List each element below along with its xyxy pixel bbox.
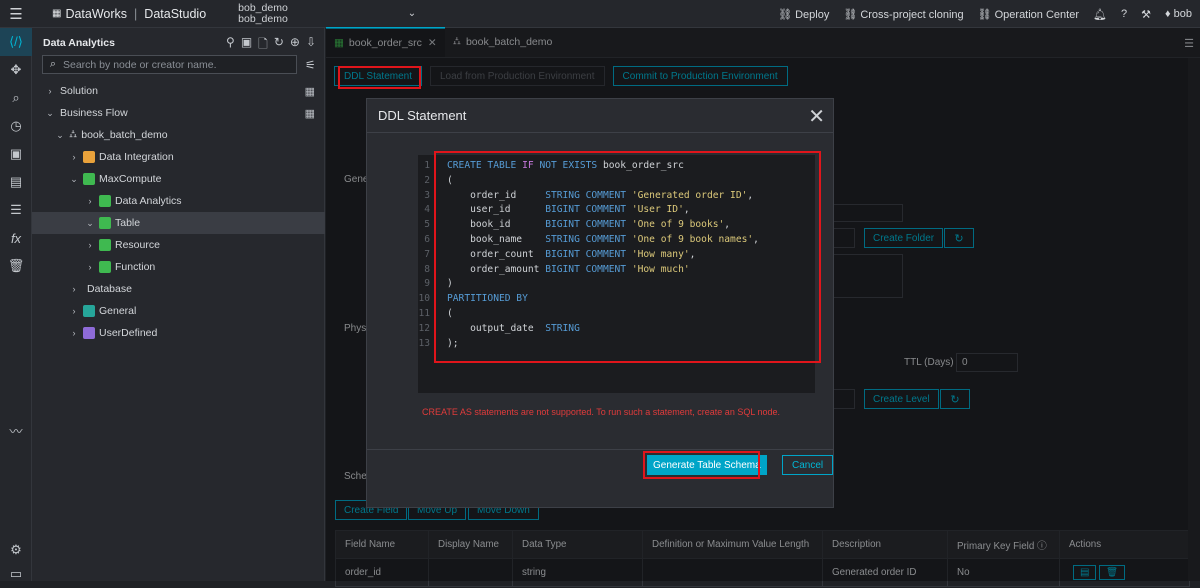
tree-label: Data Integration <box>99 151 174 163</box>
briefcase-icon[interactable]: ▣ <box>0 140 32 168</box>
tree-item-general[interactable]: › General <box>32 300 325 322</box>
highlight-ddl-code <box>434 151 821 363</box>
highlight-ddl-button <box>338 66 421 89</box>
chevron-down-icon[interactable]: ⌄ <box>408 8 416 19</box>
operation-center-link[interactable]: ⛓ Operation Center <box>978 8 1079 21</box>
workspace-id: bob_demo <box>238 12 288 25</box>
dialog-title: DDL Statement <box>367 99 833 133</box>
resource-icon <box>99 239 111 251</box>
main-area: ▦ book_order_src ✕ ⛼ book_batch_demo ☰ DDL … <box>326 27 1200 587</box>
workflow-icon: ⛼ <box>69 128 78 140</box>
user-menu[interactable]: ♦ bob <box>1165 8 1192 20</box>
refresh-icon[interactable]: ↻ <box>274 35 284 56</box>
tree-label: Resource <box>115 239 160 251</box>
maxcompute-icon <box>83 173 95 185</box>
user-icon: ♦ <box>1164 8 1174 20</box>
tree-label: MaxCompute <box>99 173 162 185</box>
highlight-generate-button <box>643 451 760 479</box>
dialog-divider <box>367 449 833 450</box>
tree-item-function[interactable]: › Function <box>32 256 325 278</box>
tree-item-resource[interactable]: › Resource <box>32 234 325 256</box>
tree-label: Business Flow <box>60 107 128 119</box>
general-icon <box>83 305 95 317</box>
tree-item-data-integration[interactable]: › Data Integration <box>32 146 325 168</box>
menu-icon[interactable]: ☰ <box>0 0 32 28</box>
code-icon[interactable]: ⟨/⟩ <box>0 28 32 56</box>
ddl-dialog: DDL Statement ✕ 1 CREATE TABLE IF NOT EXI… <box>366 98 834 508</box>
brand: ▦ DataWorks | DataStudio <box>52 6 207 21</box>
table-icon <box>99 217 111 229</box>
tree-item-userdefined[interactable]: › UserDefined <box>32 322 325 344</box>
save-icon[interactable]: ▣ <box>241 35 252 56</box>
grid-icon[interactable]: ▦ <box>305 85 315 98</box>
function-icon <box>99 261 111 273</box>
tree-label: General <box>99 305 137 317</box>
cancel-button[interactable]: Cancel <box>782 455 834 475</box>
product-name: DataWorks <box>65 6 128 21</box>
search-placeholder: Search by node or creator name. <box>63 58 217 71</box>
tree-item-database[interactable]: › Database <box>32 278 325 300</box>
ops-label: Operation Center <box>994 8 1079 21</box>
filter-icon[interactable]: ⚟ <box>305 58 316 72</box>
bell-icon[interactable]: 🔔︎ <box>1093 8 1107 21</box>
function-icon[interactable]: fx <box>0 224 32 252</box>
tree-item-table[interactable]: ⌄ Table <box>32 212 325 234</box>
tree-item-data-analytics[interactable]: › Data Analytics <box>32 190 325 212</box>
left-rail: ⟨/⟩ ✥ ⌕ ◷ ▣ ▤ ☰ fx 🗑︎ 〰 ⚙ ▭ <box>0 28 32 581</box>
tree-label: Database <box>87 283 132 295</box>
import-icon[interactable]: ⇩ <box>306 35 316 56</box>
tree-label: Solution <box>60 85 98 97</box>
tree-item-business-flow[interactable]: ⌄ Business Flow ▦ <box>32 102 325 124</box>
list-icon[interactable]: ☰ <box>0 196 32 224</box>
collapse-icon[interactable]: ▭ <box>0 560 32 588</box>
tree-item-solution[interactable]: › Solution ▦ <box>32 80 325 102</box>
user-filter-icon[interactable]: ⚲ <box>226 35 235 56</box>
top-bar: ☰ ▦ DataWorks | DataStudio bob_demo bob_… <box>0 0 1200 28</box>
link-icon: ⛓ <box>843 8 858 21</box>
tree-label: Function <box>115 261 156 273</box>
userdefined-icon <box>83 327 95 339</box>
link-icon: ⛓ <box>977 8 992 21</box>
cross-label: Cross-project cloning <box>860 8 964 21</box>
code-icon <box>99 195 111 207</box>
search-input[interactable]: ⌕ Search by node or creator name. <box>42 55 297 74</box>
deploy-label: Deploy <box>795 8 830 21</box>
workspace-name: bob_demo <box>238 1 288 14</box>
clock-icon[interactable]: ◷ <box>0 112 32 140</box>
integration-icon <box>83 151 95 163</box>
tree: › Solution ▦ ⌄ Business Flow ▦ ⌄ ⛼ book_batch_… <box>32 80 325 344</box>
new-file-icon[interactable]: 🗋︎ <box>258 35 268 56</box>
grid-icon[interactable]: ▦ <box>305 107 315 120</box>
module-name: DataStudio <box>144 6 207 21</box>
trash-icon[interactable]: 🗑︎ <box>0 252 32 280</box>
workspace-selector[interactable]: bob_demo bob_demo <box>238 1 288 25</box>
search-icon[interactable]: ⌕ <box>0 84 32 112</box>
pulse-icon[interactable]: 〰 <box>0 416 32 444</box>
help-icon[interactable]: ? <box>1121 8 1127 20</box>
tree-label: book_batch_demo <box>81 129 168 141</box>
close-icon[interactable]: ✕ <box>808 104 825 129</box>
dataworks-logo-icon: ▦ <box>52 8 62 19</box>
sidebar: Data Analytics ⚲ ▣ 🗋︎ ↻ ⊕ ⇩ ⌕ Search by … <box>32 28 325 581</box>
tree-label: Table <box>115 217 141 229</box>
table-icon[interactable]: ▤ <box>0 168 32 196</box>
wrench-icon[interactable]: ⚒ <box>1141 8 1151 21</box>
error-message: CREATE AS statements are not supported. … <box>421 407 781 417</box>
locate-icon[interactable]: ⊕ <box>290 35 300 56</box>
cross-project-link[interactable]: ⛓ Cross-project cloning <box>843 8 963 21</box>
search-icon: ⌕ <box>49 58 57 70</box>
tree-label: UserDefined <box>99 327 158 339</box>
tree-label: Data Analytics <box>115 195 182 207</box>
tree-item-maxcompute[interactable]: ⌄ MaxCompute <box>32 168 325 190</box>
user-name: bob <box>1173 8 1192 20</box>
tree-item-book-batch-demo[interactable]: ⌄ ⛼ book_batch_demo <box>32 124 325 146</box>
link-icon: ⛓ <box>778 8 793 21</box>
puzzle-icon[interactable]: ✥ <box>0 56 32 84</box>
deploy-link[interactable]: ⛓ Deploy <box>778 8 829 21</box>
